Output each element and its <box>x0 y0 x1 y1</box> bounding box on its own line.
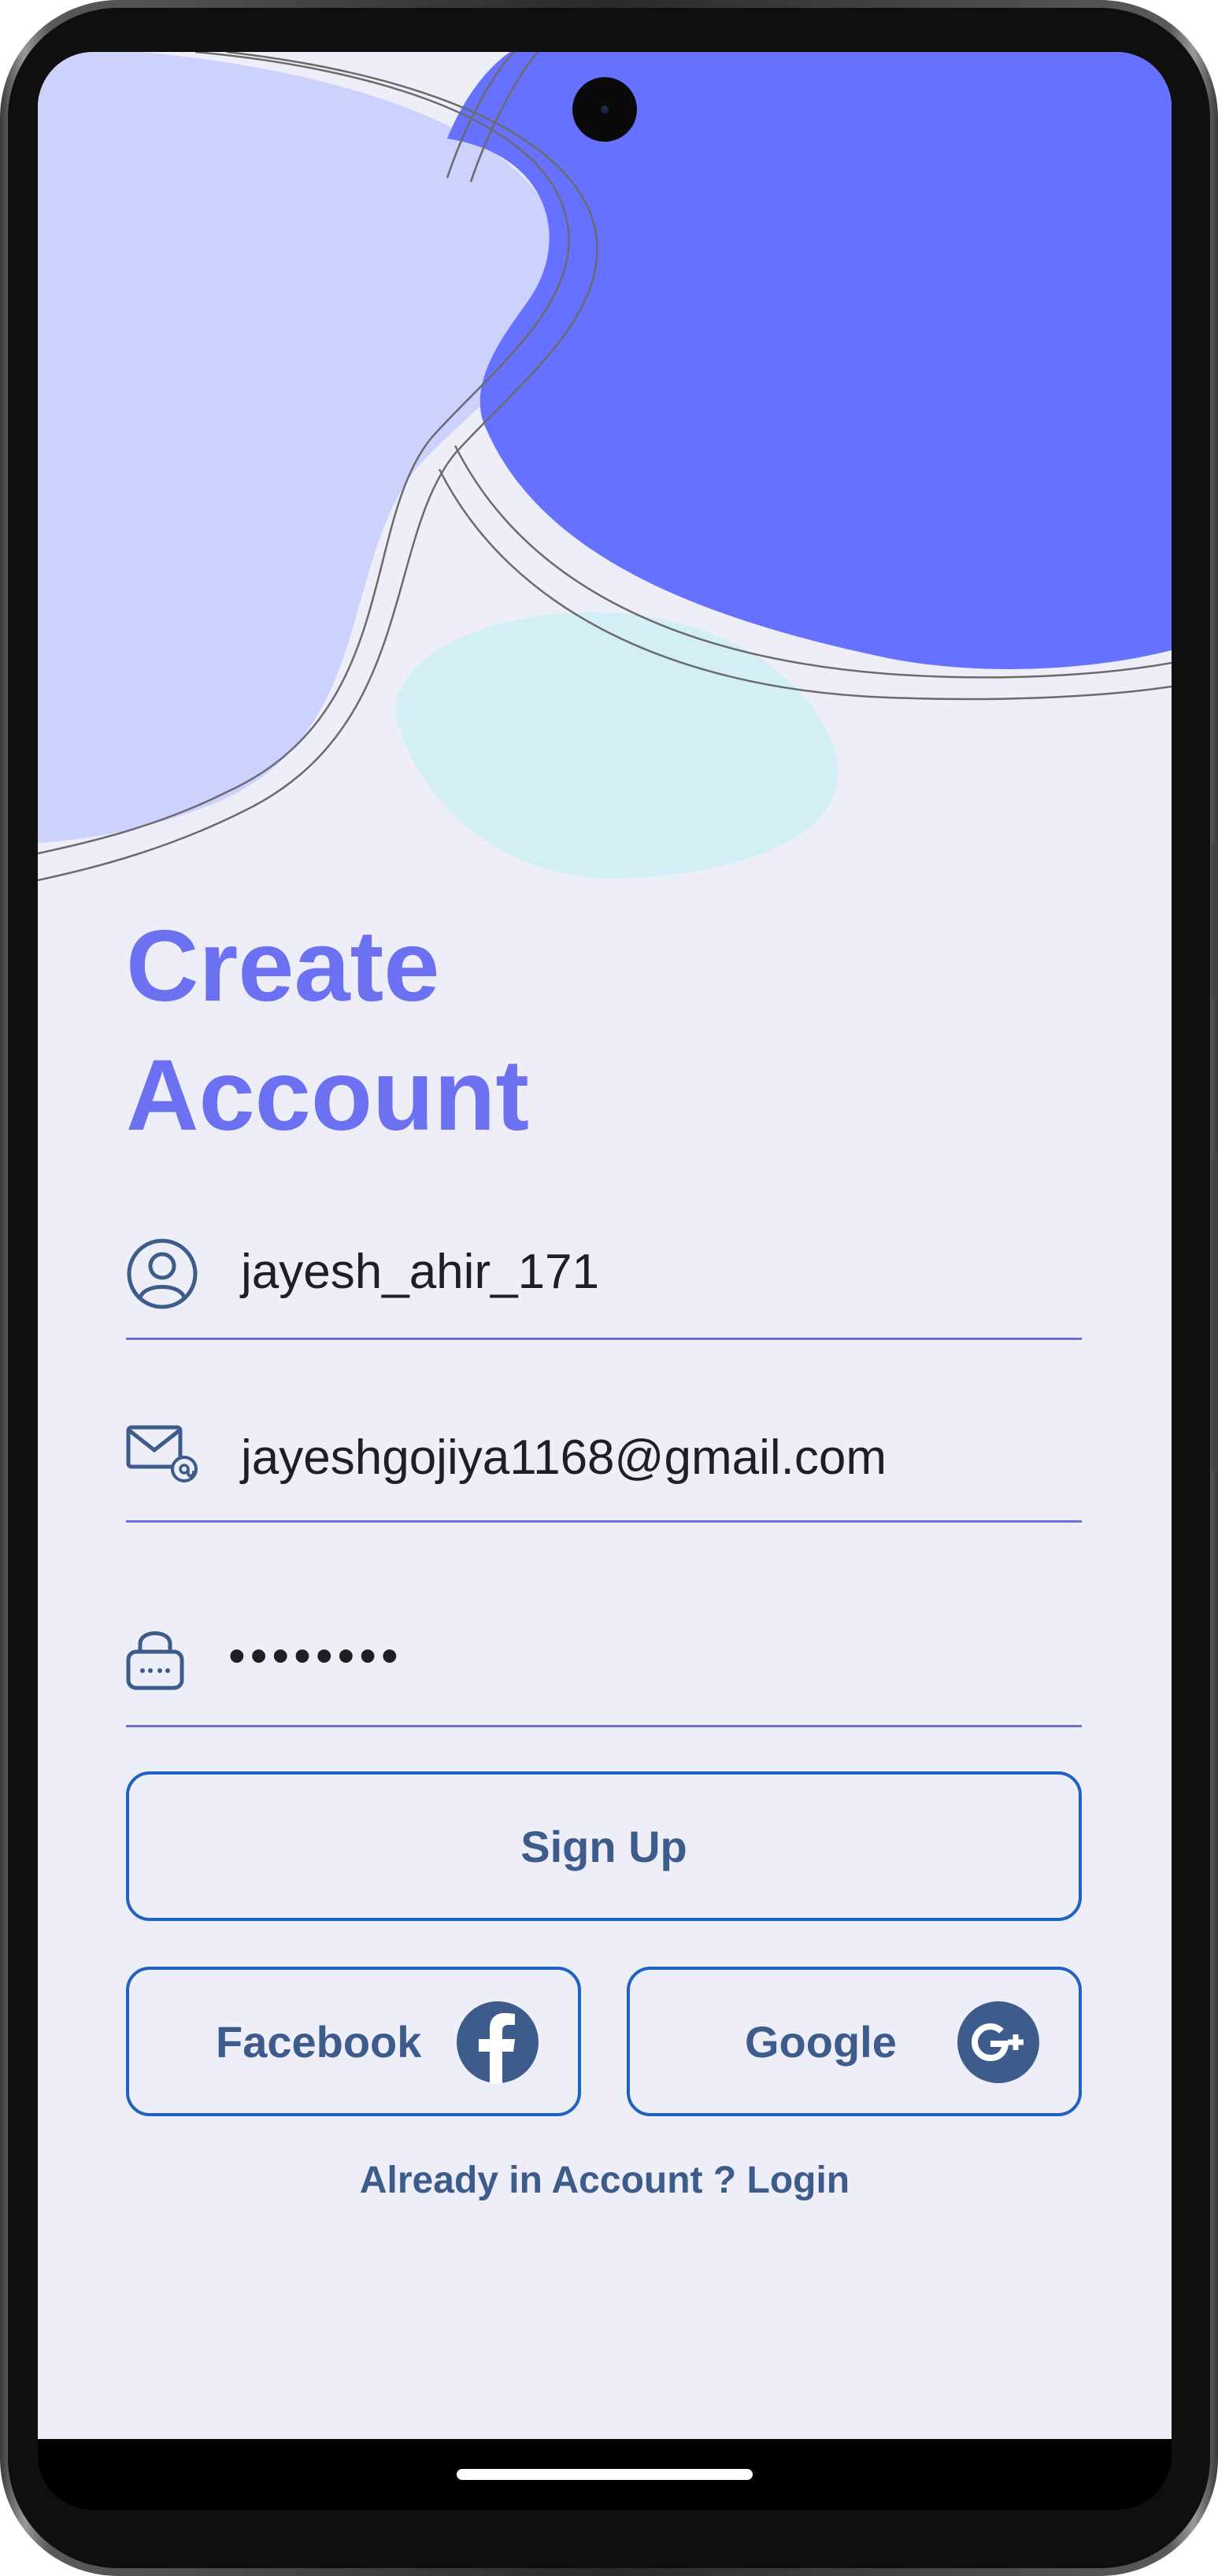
title-line-1: Create <box>126 910 440 1023</box>
mail-at-icon <box>126 1425 202 1492</box>
accent-blob <box>447 52 1172 669</box>
login-link[interactable]: Already in Account ? Login <box>38 2159 1172 2202</box>
email-value[interactable]: jayeshgojiya1168@gmail.com <box>241 1430 887 1486</box>
volume-button <box>1212 842 1218 1000</box>
facebook-button[interactable]: Facebook <box>126 1967 581 2116</box>
home-indicator[interactable] <box>457 2469 753 2480</box>
username-value[interactable]: jayesh_ahir_171 <box>241 1244 599 1300</box>
password-field[interactable]: •••••••• <box>126 1619 1082 1727</box>
user-circle-icon <box>126 1238 198 1314</box>
lock-icon <box>126 1625 184 1695</box>
google-label: Google <box>745 2016 897 2067</box>
facebook-label: Facebook <box>216 2016 422 2067</box>
google-plus-icon <box>957 2001 1039 2083</box>
power-button <box>1212 1157 1218 1472</box>
background-decoration <box>38 52 1172 882</box>
facebook-icon <box>457 2001 539 2083</box>
cyan-blob <box>395 612 839 879</box>
sign-up-label: Sign Up <box>520 1821 687 1871</box>
app-screen: Create Account jayesh_ahir_171 jayeshgoj… <box>38 52 1172 2439</box>
password-value[interactable]: •••••••• <box>228 1628 403 1684</box>
sign-up-button[interactable]: Sign Up <box>126 1771 1082 1921</box>
google-button[interactable]: Google <box>627 1967 1082 2116</box>
navigation-bar <box>38 2439 1172 2510</box>
page-title: Create Account <box>126 902 529 1160</box>
username-field[interactable]: jayesh_ahir_171 <box>126 1233 1082 1340</box>
email-field[interactable]: jayeshgojiya1168@gmail.com <box>126 1425 1082 1523</box>
title-line-2: Account <box>126 1039 529 1152</box>
front-camera <box>572 77 637 142</box>
